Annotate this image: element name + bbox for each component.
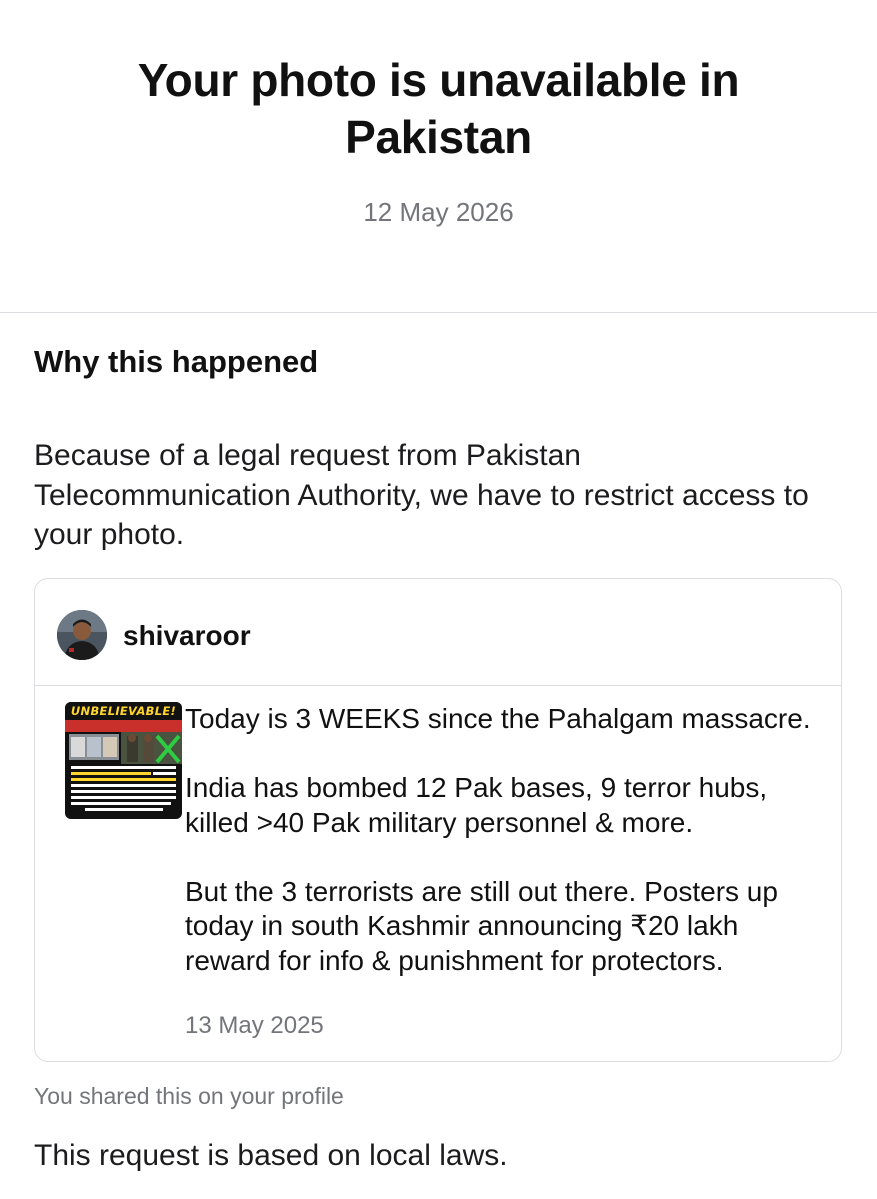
notice-date: 12 May 2026 xyxy=(363,197,514,227)
shared-note: You shared this on your profile xyxy=(34,1083,344,1109)
news-graphic-thumbnail-icon xyxy=(65,720,182,811)
avatar[interactable] xyxy=(57,610,107,660)
post-card[interactable]: shivaroor UNBELIEVABLE! Today is 3 WEEKS… xyxy=(34,578,842,1062)
post-paragraph-1: Today is 3 WEEKS since the Pahalgam mass… xyxy=(185,703,811,734)
post-username[interactable]: shivaroor xyxy=(123,619,251,653)
why-body: Because of a legal request from Pakistan… xyxy=(34,439,809,551)
post-caption: Today is 3 WEEKS since the Pahalgam mass… xyxy=(185,702,825,978)
post-paragraph-2: India has bombed 12 Pak bases, 9 terror … xyxy=(185,772,768,838)
restriction-notice-page: Your photo is unavailable in Pakistan 12… xyxy=(0,0,877,1199)
profile-photo-icon xyxy=(57,610,107,660)
post-thumbnail[interactable]: UNBELIEVABLE! xyxy=(65,702,182,819)
local-laws-note: This request is based on local laws. xyxy=(34,1139,508,1172)
page-title: Your photo is unavailable in Pakistan xyxy=(137,54,740,163)
post-paragraph-3: But the 3 terrorists are still out there… xyxy=(185,875,778,976)
post-date: 13 May 2025 xyxy=(185,1012,324,1039)
notice-header: Your photo is unavailable in Pakistan 12… xyxy=(0,0,877,312)
why-heading: Why this happened xyxy=(34,344,319,379)
post-card-header: shivaroor xyxy=(35,579,841,686)
header-divider xyxy=(0,312,877,313)
